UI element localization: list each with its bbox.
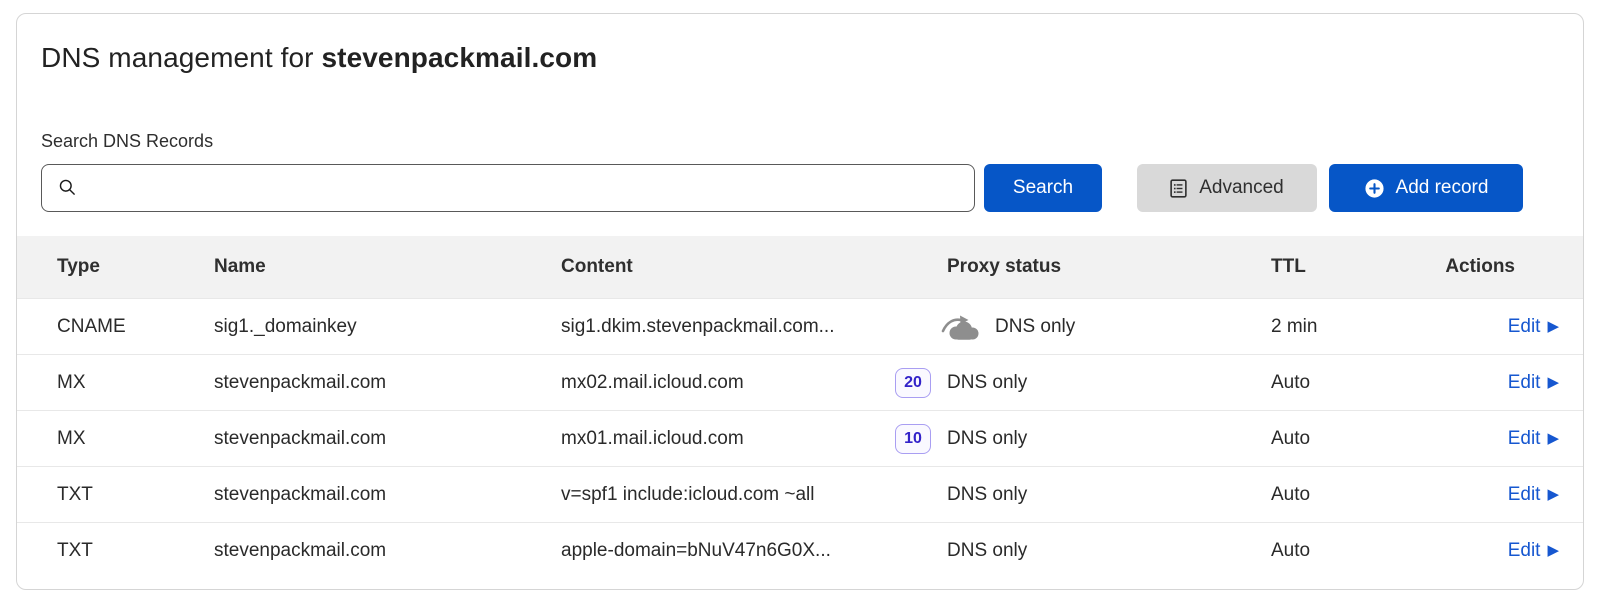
advanced-button-label: Advanced bbox=[1199, 177, 1284, 199]
record-ttl: Auto bbox=[1241, 540, 1386, 562]
record-type: CNAME bbox=[57, 316, 214, 338]
proxy-status-cell: DNS only bbox=[941, 484, 1241, 506]
column-header-type: Type bbox=[57, 256, 214, 278]
record-type: MX bbox=[57, 372, 214, 394]
add-record-button[interactable]: Add record bbox=[1329, 164, 1523, 212]
column-header-ttl: TTL bbox=[1241, 256, 1386, 278]
table-header-row: Type Name Content Proxy status TTL Actio… bbox=[17, 236, 1583, 298]
dns-management-card: DNS management for stevenpackmail.com Se… bbox=[16, 13, 1584, 590]
record-content: sig1.dkim.stevenpackmail.com... bbox=[561, 316, 835, 338]
table-body: CNAME sig1._domainkey sig1.dkim.stevenpa… bbox=[17, 298, 1583, 578]
edit-record-link[interactable]: Edit▶ bbox=[1508, 372, 1559, 394]
record-type: TXT bbox=[57, 540, 214, 562]
record-content: apple-domain=bNuV47n6G0X... bbox=[561, 540, 831, 562]
list-document-icon bbox=[1170, 179, 1187, 198]
column-header-name: Name bbox=[214, 256, 561, 278]
table-row-cname-sig1: CNAME sig1._domainkey sig1.dkim.stevenpa… bbox=[17, 298, 1583, 354]
cloud-dns-only-icon bbox=[941, 314, 981, 340]
priority-badge: 10 bbox=[895, 424, 931, 454]
dns-records-table: Type Name Content Proxy status TTL Actio… bbox=[17, 236, 1583, 578]
edit-record-link[interactable]: Edit▶ bbox=[1508, 540, 1559, 562]
record-content: v=spf1 include:icloud.com ~all bbox=[561, 484, 814, 506]
proxy-status-cell: DNS only bbox=[941, 540, 1241, 562]
caret-right-icon: ▶ bbox=[1547, 543, 1559, 558]
proxy-status-cell: DNS only bbox=[941, 314, 1241, 340]
edit-record-link[interactable]: Edit▶ bbox=[1508, 316, 1559, 338]
proxy-status-label: DNS only bbox=[947, 484, 1027, 506]
record-type: MX bbox=[57, 428, 214, 450]
table-row-mx-02: MX stevenpackmail.com mx02.mail.icloud.c… bbox=[17, 354, 1583, 410]
proxy-status-label: DNS only bbox=[947, 372, 1027, 394]
proxy-status-label: DNS only bbox=[995, 316, 1075, 338]
page-title: DNS management for stevenpackmail.com bbox=[41, 40, 1559, 76]
priority-badge: 20 bbox=[895, 368, 931, 398]
record-ttl: Auto bbox=[1241, 428, 1386, 450]
caret-right-icon: ▶ bbox=[1547, 375, 1559, 390]
record-name: stevenpackmail.com bbox=[214, 428, 561, 450]
search-toolbar: Search Advanced bbox=[41, 164, 1559, 212]
search-input[interactable] bbox=[41, 164, 975, 212]
plus-circle-icon bbox=[1364, 178, 1385, 199]
proxy-status-cell: DNS only bbox=[941, 428, 1241, 450]
caret-right-icon: ▶ bbox=[1547, 487, 1559, 502]
record-name: sig1._domainkey bbox=[214, 316, 561, 338]
record-content: mx01.mail.icloud.com bbox=[561, 428, 744, 450]
column-header-content: Content bbox=[561, 256, 941, 278]
record-type: TXT bbox=[57, 484, 214, 506]
record-name: stevenpackmail.com bbox=[214, 372, 561, 394]
record-name: stevenpackmail.com bbox=[214, 540, 561, 562]
edit-record-link[interactable]: Edit▶ bbox=[1508, 428, 1559, 450]
search-button[interactable]: Search bbox=[984, 164, 1102, 212]
table-row-mx-01: MX stevenpackmail.com mx01.mail.icloud.c… bbox=[17, 410, 1583, 466]
page-title-prefix: DNS management for bbox=[41, 42, 314, 73]
add-record-button-label: Add record bbox=[1396, 177, 1489, 199]
proxy-status-label: DNS only bbox=[947, 428, 1027, 450]
record-ttl: Auto bbox=[1241, 484, 1386, 506]
edit-record-link[interactable]: Edit▶ bbox=[1508, 484, 1559, 506]
table-row-txt-spf: TXT stevenpackmail.com v=spf1 include:ic… bbox=[17, 466, 1583, 522]
search-input-wrap bbox=[41, 164, 975, 212]
caret-right-icon: ▶ bbox=[1547, 319, 1559, 334]
record-ttl: 2 min bbox=[1241, 316, 1386, 338]
table-row-txt-apple-domain: TXT stevenpackmail.com apple-domain=bNuV… bbox=[17, 522, 1583, 578]
proxy-status-cell: DNS only bbox=[941, 372, 1241, 394]
column-header-proxy-status: Proxy status bbox=[941, 256, 1241, 278]
column-header-actions: Actions bbox=[1386, 256, 1559, 278]
record-name: stevenpackmail.com bbox=[214, 484, 561, 506]
record-ttl: Auto bbox=[1241, 372, 1386, 394]
advanced-button[interactable]: Advanced bbox=[1137, 164, 1317, 212]
record-content: mx02.mail.icloud.com bbox=[561, 372, 744, 394]
search-label: Search DNS Records bbox=[41, 130, 1559, 152]
caret-right-icon: ▶ bbox=[1547, 431, 1559, 446]
proxy-status-label: DNS only bbox=[947, 540, 1027, 562]
page-title-domain: stevenpackmail.com bbox=[321, 42, 597, 73]
